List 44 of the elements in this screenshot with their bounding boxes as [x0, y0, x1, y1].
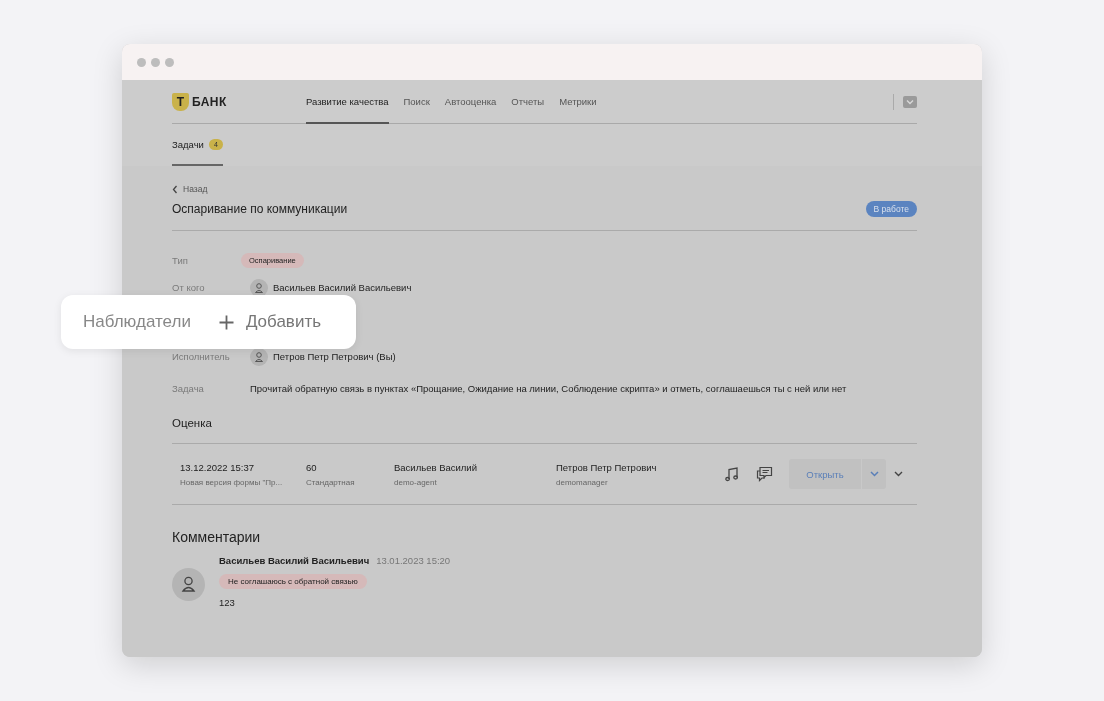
task-text: Прочитай обратную связь в пунктах «Прощание, Ожидание на линии, Соблюдение скрипта» и отметь, соглашаешься ты с ней или нет — [250, 383, 847, 394]
nav-tab[interactable]: Автооценка — [444, 80, 497, 124]
agent-name: Васильев Василий — [394, 461, 478, 473]
status-badge: В работе — [865, 201, 917, 217]
chat-icon[interactable] — [756, 466, 773, 482]
nav-tab[interactable]: Поиск — [403, 80, 430, 124]
chevron-left-icon — [172, 184, 178, 194]
comment-time: 13.01.2023 15:20 — [376, 555, 451, 566]
field-label: Задача — [172, 383, 205, 394]
form-name: Новая версия формы "Пр... — [180, 477, 284, 487]
music-note-icon[interactable] — [724, 466, 740, 482]
field-label: Тип — [172, 255, 189, 266]
window-dot — [165, 57, 174, 67]
eval-date: 13.12.2022 15:37 — [180, 461, 255, 473]
logo-text: БАНК — [192, 94, 227, 109]
user-avatar-icon — [250, 278, 268, 297]
logo-shield: Т — [172, 92, 189, 111]
field-label: От кого — [172, 282, 206, 293]
comment-tag: Не соглашаюсь с обратной связью — [219, 574, 367, 589]
agent-login: demo-agent — [394, 477, 438, 487]
section-title: Комментарии — [172, 529, 262, 547]
person-name: Васильев Василий Васильевич — [273, 282, 412, 293]
score: 60 — [306, 461, 318, 473]
person-name: Петров Петр Петрович (Вы) — [273, 351, 396, 362]
expand-icon[interactable] — [894, 471, 903, 477]
observers-label: Наблюдатели — [83, 312, 191, 332]
manager-login: demomanager — [556, 477, 609, 487]
window-dot — [137, 57, 146, 67]
nav-tab[interactable]: Отчеты — [511, 80, 545, 124]
caret-icon — [869, 471, 879, 477]
manager-name: Петров Петр Петрович — [556, 461, 658, 473]
add-button[interactable]: Добавить — [218, 312, 322, 332]
user-avatar-icon — [172, 568, 205, 601]
back-link[interactable]: Назад — [172, 184, 917, 194]
window-dot — [151, 57, 160, 67]
comment-author: Васильев Василий Васильевич — [219, 555, 370, 566]
comment-text: 123 — [219, 597, 235, 608]
plus-icon — [218, 314, 234, 330]
nav-tab[interactable]: Метрики — [559, 80, 597, 124]
eval-type: Стандартная — [306, 477, 356, 487]
page-title: Оспаривание по коммуникации — [172, 202, 348, 216]
section-title: Оценка — [172, 417, 917, 444]
field-label: Исполнитель — [172, 351, 231, 362]
nav-tab[interactable]: Развитие качества — [306, 80, 389, 124]
